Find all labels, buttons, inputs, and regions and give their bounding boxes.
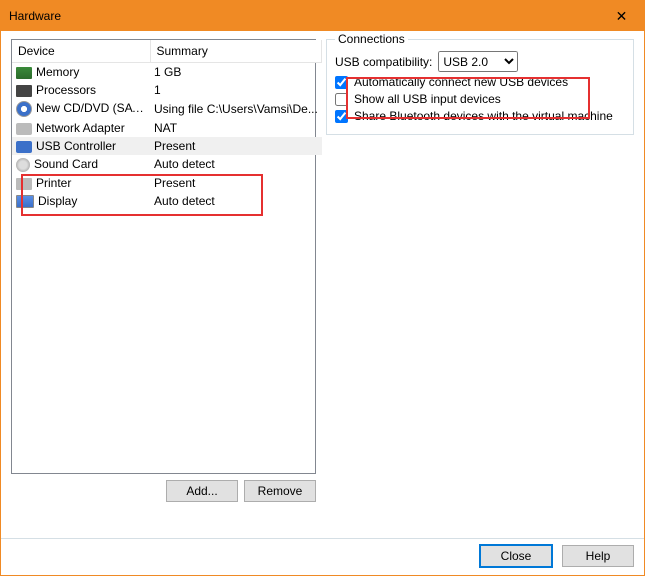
usb-icon (16, 141, 32, 153)
table-row[interactable]: New CD/DVD (SATA)Using file C:\Users\Vam… (12, 99, 322, 119)
device-name: Processors (36, 83, 96, 97)
window-title: Hardware (9, 9, 61, 23)
device-name: Display (38, 194, 77, 208)
table-row[interactable]: Processors 1 (12, 81, 322, 99)
device-summary: Present (150, 137, 322, 155)
table-row[interactable]: Memory 1 GB (12, 63, 322, 82)
device-summary: Using file C:\Users\Vamsi\De... (150, 99, 322, 119)
show-input-checkbox[interactable] (335, 93, 348, 106)
display-icon (16, 195, 34, 208)
window-close-button[interactable]: ✕ (599, 1, 644, 31)
device-summary: 1 GB (150, 63, 322, 82)
sound-icon (16, 158, 30, 172)
share-bluetooth-label[interactable]: Share Bluetooth devices with the virtual… (354, 109, 613, 123)
device-name: Sound Card (34, 157, 98, 171)
cpu-icon (16, 85, 32, 97)
memory-icon (16, 67, 32, 79)
usb-compat-select[interactable]: USB 1.1USB 2.0USB 3.0 (438, 51, 518, 72)
connections-group: Connections USB compatibility: USB 1.1US… (326, 39, 634, 135)
device-name: Memory (36, 65, 79, 79)
device-summary: Auto detect (150, 155, 322, 174)
auto-connect-label[interactable]: Automatically connect new USB devices (354, 75, 568, 89)
connections-legend: Connections (335, 32, 408, 46)
close-icon: ✕ (616, 8, 628, 25)
device-name: Printer (36, 176, 71, 190)
network-icon (16, 123, 32, 135)
table-row[interactable]: USB Controller Present (12, 137, 322, 155)
table-row[interactable]: Display Auto detect (12, 192, 322, 210)
device-summary: 1 (150, 81, 322, 99)
column-header-device[interactable]: Device (12, 40, 150, 63)
device-name: USB Controller (36, 139, 116, 153)
add-button[interactable]: Add... (166, 480, 238, 502)
device-summary: Auto detect (150, 192, 322, 210)
help-button[interactable]: Help (562, 545, 634, 567)
close-button[interactable]: Close (480, 545, 552, 567)
share-bluetooth-checkbox[interactable] (335, 110, 348, 123)
printer-icon (16, 178, 32, 190)
table-row[interactable]: Sound Card Auto detect (12, 155, 322, 174)
device-list[interactable]: Device Summary Memory1 GBProcessors1New … (11, 39, 316, 474)
device-summary: NAT (150, 119, 322, 137)
auto-connect-checkbox[interactable] (335, 76, 348, 89)
remove-button[interactable]: Remove (244, 480, 316, 502)
titlebar: Hardware ✕ (1, 1, 644, 31)
column-header-summary[interactable]: Summary (150, 40, 322, 63)
device-name: New CD/DVD (SATA) (36, 101, 150, 115)
table-row[interactable]: Network Adapter NAT (12, 119, 322, 137)
cd-icon (16, 101, 32, 117)
device-summary: Present (150, 174, 322, 192)
show-input-label[interactable]: Show all USB input devices (354, 92, 501, 106)
table-row[interactable]: Printer Present (12, 174, 322, 192)
device-name: Network Adapter (36, 121, 125, 135)
usb-compat-label: USB compatibility: (335, 55, 432, 69)
